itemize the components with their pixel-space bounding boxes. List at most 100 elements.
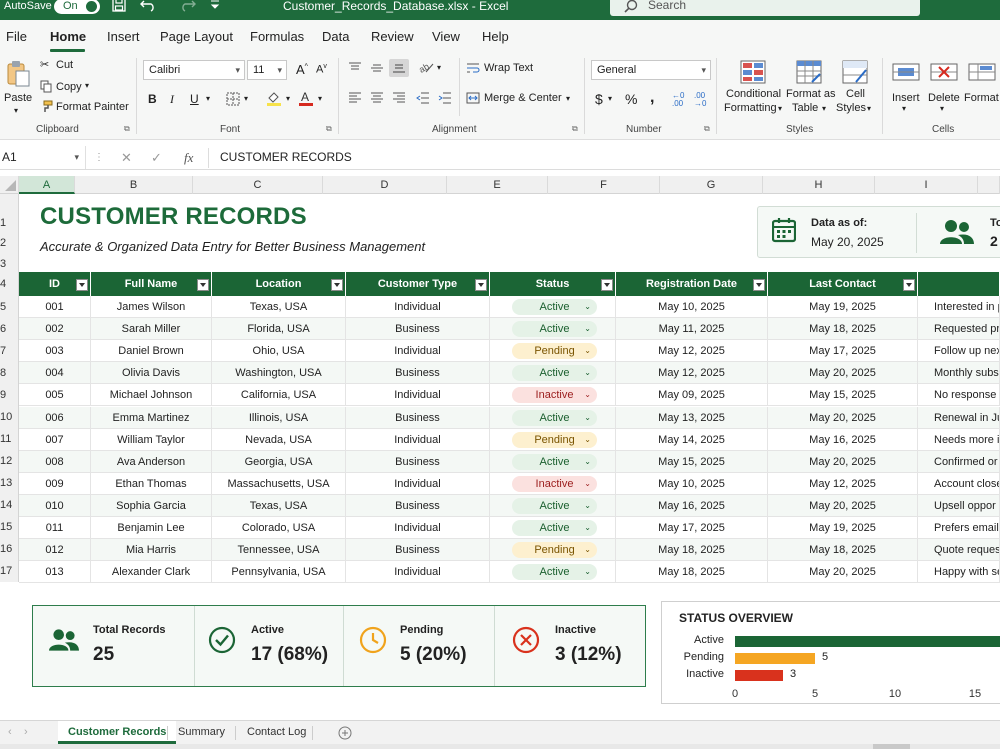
cell-id[interactable]: 007 — [19, 428, 91, 451]
horizontal-scrollbar-thumb[interactable] — [873, 744, 910, 749]
row-header[interactable]: 8 — [0, 367, 19, 379]
currency-icon[interactable]: $ — [595, 91, 603, 107]
cell-id[interactable]: 013 — [19, 561, 91, 584]
status-dropdown[interactable]: Active ⌄ — [512, 497, 597, 514]
tab-help[interactable]: Help — [482, 29, 509, 44]
filter-dropdown-icon[interactable] — [475, 279, 487, 291]
status-cell[interactable]: Active ⌄ — [490, 406, 616, 429]
filter-dropdown-icon[interactable] — [753, 279, 765, 291]
cell-location[interactable]: Illinois, USA — [212, 406, 346, 429]
confirm-entry-icon[interactable]: ✓ — [151, 146, 162, 169]
status-cell[interactable]: Active ⌄ — [490, 517, 616, 539]
format-cells-button[interactable]: Format — [962, 58, 1000, 118]
cell-name[interactable]: Alexander Clark — [91, 561, 212, 584]
formula-input[interactable]: CUSTOMER RECORDS — [220, 146, 352, 169]
add-sheet-icon[interactable] — [338, 726, 352, 740]
cell-name[interactable]: Sophia Garcia — [91, 494, 212, 517]
status-cell[interactable]: Active ⌄ — [490, 494, 616, 517]
cell-location[interactable]: Texas, USA — [212, 494, 346, 517]
status-overview-chart[interactable]: STATUS OVERVIEW Active Pending 5 Inactive 3 0… — [661, 601, 1000, 704]
merge-dropdown-icon[interactable]: ▾ — [566, 94, 570, 103]
row-header[interactable]: 16 — [0, 543, 19, 555]
tab-view[interactable]: View — [432, 29, 460, 44]
tab-home[interactable]: Home — [50, 29, 86, 44]
cell-id[interactable]: 001 — [19, 296, 91, 318]
status-cell[interactable]: Pending ⌄ — [490, 340, 616, 363]
cell-name[interactable]: Emma Martinez — [91, 406, 212, 429]
cell-notes[interactable]: Follow up nex — [918, 340, 1000, 363]
cell-reg[interactable]: May 15, 2025 — [616, 450, 768, 473]
column-header[interactable]: H — [763, 176, 875, 194]
underline-dropdown-icon[interactable]: ▾ — [206, 94, 210, 103]
status-cell[interactable]: Pending ⌄ — [490, 428, 616, 451]
cell-notes[interactable]: Prefers email — [918, 517, 1000, 539]
cell-location[interactable]: Pennsylvania, USA — [212, 561, 346, 584]
row-header[interactable]: 12 — [0, 455, 19, 467]
scroll-tabs-left-icon[interactable]: ‹ — [8, 721, 12, 744]
cell-last[interactable]: May 15, 2025 — [768, 384, 918, 407]
align-bottom-icon[interactable] — [389, 59, 409, 77]
row-header[interactable]: 11 — [0, 433, 19, 445]
cell-id[interactable]: 006 — [19, 406, 91, 429]
font-color-icon[interactable]: A — [298, 89, 314, 107]
row-header[interactable]: 15 — [0, 521, 19, 533]
cell-styles-button[interactable]: Cell Styles ▾ — [836, 58, 876, 118]
status-dropdown[interactable]: Inactive ⌄ — [512, 387, 597, 404]
cell-last[interactable]: May 20, 2025 — [768, 494, 918, 517]
status-dropdown[interactable]: Active ⌄ — [512, 365, 597, 382]
autosave-toggle[interactable]: On — [54, 0, 100, 14]
status-dropdown[interactable]: Active ⌄ — [512, 299, 597, 315]
align-left-icon[interactable] — [348, 92, 362, 104]
tab-file[interactable]: File — [6, 29, 27, 44]
cell-reg[interactable]: May 16, 2025 — [616, 494, 768, 517]
cell-location[interactable]: Nevada, USA — [212, 428, 346, 451]
cell-type[interactable]: Business — [346, 362, 490, 385]
increase-font-icon[interactable]: A^ — [296, 62, 308, 77]
cell-notes[interactable]: Account close — [918, 472, 1000, 495]
cell-location[interactable]: Tennessee, USA — [212, 539, 346, 562]
cell-notes[interactable]: Renewal in Ju — [918, 406, 1000, 429]
cell-type[interactable]: Individual — [346, 472, 490, 495]
decrease-decimal-icon[interactable]: .00 →0 — [694, 92, 706, 108]
delete-cells-button[interactable]: Delete ▾ — [926, 58, 966, 118]
font-name-select[interactable]: Calibri ▾ — [143, 60, 245, 80]
row-header[interactable]: 7 — [0, 345, 19, 357]
cell-id[interactable]: 005 — [19, 384, 91, 407]
cell-location[interactable]: California, USA — [212, 384, 346, 407]
column-header[interactable]: C — [193, 176, 323, 194]
cell-notes[interactable]: Quote reques — [918, 539, 1000, 562]
row-header[interactable]: 1 — [0, 217, 19, 229]
status-cell[interactable]: Inactive ⌄ — [490, 384, 616, 407]
align-middle-icon[interactable] — [370, 62, 384, 74]
scroll-tabs-right-icon[interactable]: › — [24, 721, 28, 744]
cell-reg[interactable]: May 10, 2025 — [616, 472, 768, 495]
status-cell[interactable]: Pending ⌄ — [490, 539, 616, 562]
insert-function-icon[interactable]: fx — [184, 146, 193, 169]
status-dropdown[interactable]: Pending ⌄ — [512, 431, 597, 448]
sheet-subtitle[interactable]: Accurate & Organized Data Entry for Bett… — [40, 239, 425, 254]
row-header[interactable]: 3 — [0, 258, 19, 270]
borders-icon[interactable] — [226, 92, 240, 106]
bar-pending[interactable] — [735, 653, 815, 664]
cell-notes[interactable]: Confirmed or — [918, 450, 1000, 473]
cell-type[interactable]: Individual — [346, 517, 490, 539]
column-header[interactable]: E — [447, 176, 548, 194]
redo-icon[interactable] — [178, 0, 196, 14]
status-cell[interactable]: Active ⌄ — [490, 450, 616, 473]
cell-reg[interactable]: May 17, 2025 — [616, 517, 768, 539]
status-dropdown[interactable]: Active ⌄ — [512, 453, 597, 470]
status-cell[interactable]: Active ⌄ — [490, 362, 616, 385]
status-dropdown[interactable]: Active ⌄ — [512, 564, 597, 581]
cell-type[interactable]: Individual — [346, 340, 490, 363]
row-header[interactable]: 10 — [0, 411, 19, 423]
cell-type[interactable]: Business — [346, 318, 490, 341]
format-as-table-button[interactable]: Format as Table ▾ — [786, 58, 836, 118]
cell-location[interactable]: Georgia, USA — [212, 450, 346, 473]
cell-last[interactable]: May 17, 2025 — [768, 340, 918, 363]
currency-dropdown-icon[interactable]: ▾ — [608, 94, 612, 103]
cell-name[interactable]: Sarah Miller — [91, 318, 212, 341]
row-header[interactable]: 13 — [0, 477, 19, 489]
sheet-title[interactable]: CUSTOMER RECORDS — [40, 203, 307, 231]
fill-color-dropdown-icon[interactable]: ▾ — [286, 94, 290, 103]
cell-id[interactable]: 003 — [19, 340, 91, 363]
